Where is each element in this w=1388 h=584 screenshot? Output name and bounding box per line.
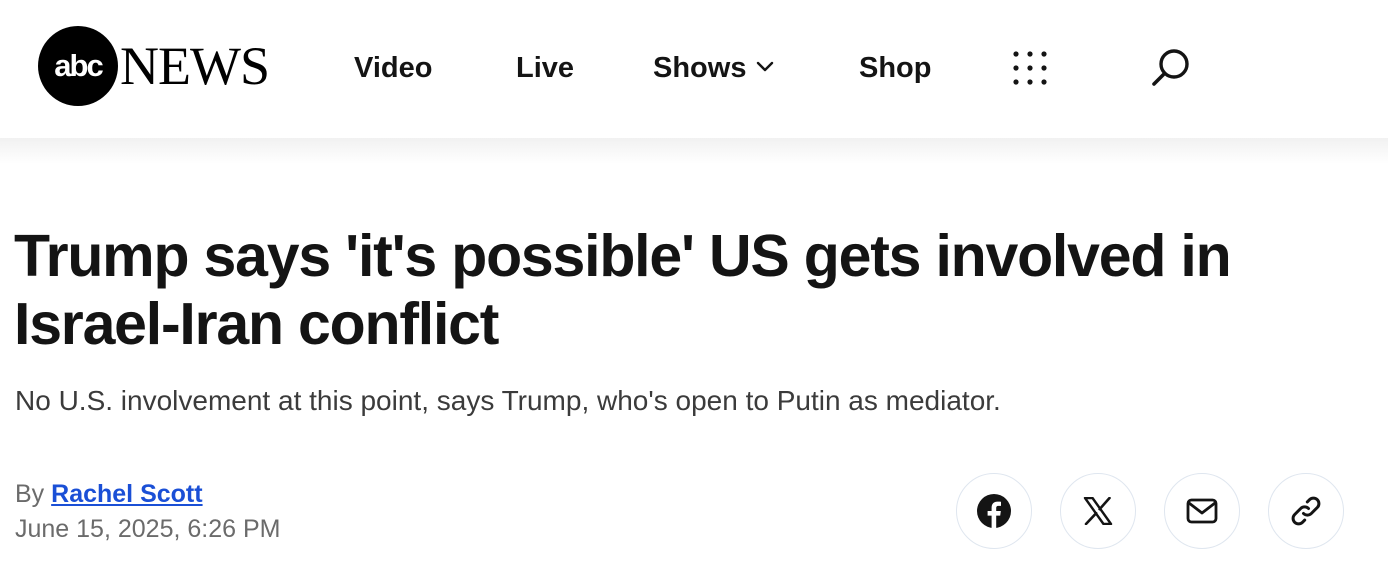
share-facebook-button[interactable] — [956, 473, 1032, 549]
link-icon — [1291, 496, 1321, 526]
facebook-icon — [977, 494, 1011, 528]
article-headline: Trump says 'it's possible' US gets invol… — [14, 223, 1232, 357]
nav-shop[interactable]: Shop — [859, 48, 932, 88]
share-x-button[interactable] — [1060, 473, 1136, 549]
abc-logo-circle: abc — [38, 26, 118, 106]
nav-video[interactable]: Video — [354, 48, 432, 88]
nav-shows[interactable]: Shows — [653, 48, 774, 88]
search-icon[interactable] — [1150, 47, 1192, 89]
site-header: abc NEWS Video Live Shows Shop — [0, 0, 1388, 138]
byline-prefix: By — [15, 480, 45, 508]
chevron-down-icon — [757, 62, 774, 72]
logo-abc-text: abc — [54, 48, 103, 83]
abc-news-logo[interactable]: abc NEWS — [38, 26, 278, 108]
author-link[interactable]: Rachel Scott — [51, 480, 202, 508]
share-email-button[interactable] — [1164, 473, 1240, 549]
logo-news-text: NEWS — [120, 36, 270, 96]
header-divider — [0, 138, 1388, 164]
copy-link-button[interactable] — [1268, 473, 1344, 549]
apps-grid-icon[interactable] — [1012, 50, 1048, 86]
publish-date: June 15, 2025, 6:26 PM — [15, 515, 281, 543]
byline: By Rachel Scott — [15, 477, 203, 511]
mail-icon — [1186, 498, 1218, 524]
nav-live[interactable]: Live — [516, 48, 574, 88]
x-icon — [1083, 497, 1113, 525]
article-subhead: No U.S. involvement at this point, says … — [15, 385, 1001, 416]
nav-shows-label: Shows — [653, 52, 747, 84]
